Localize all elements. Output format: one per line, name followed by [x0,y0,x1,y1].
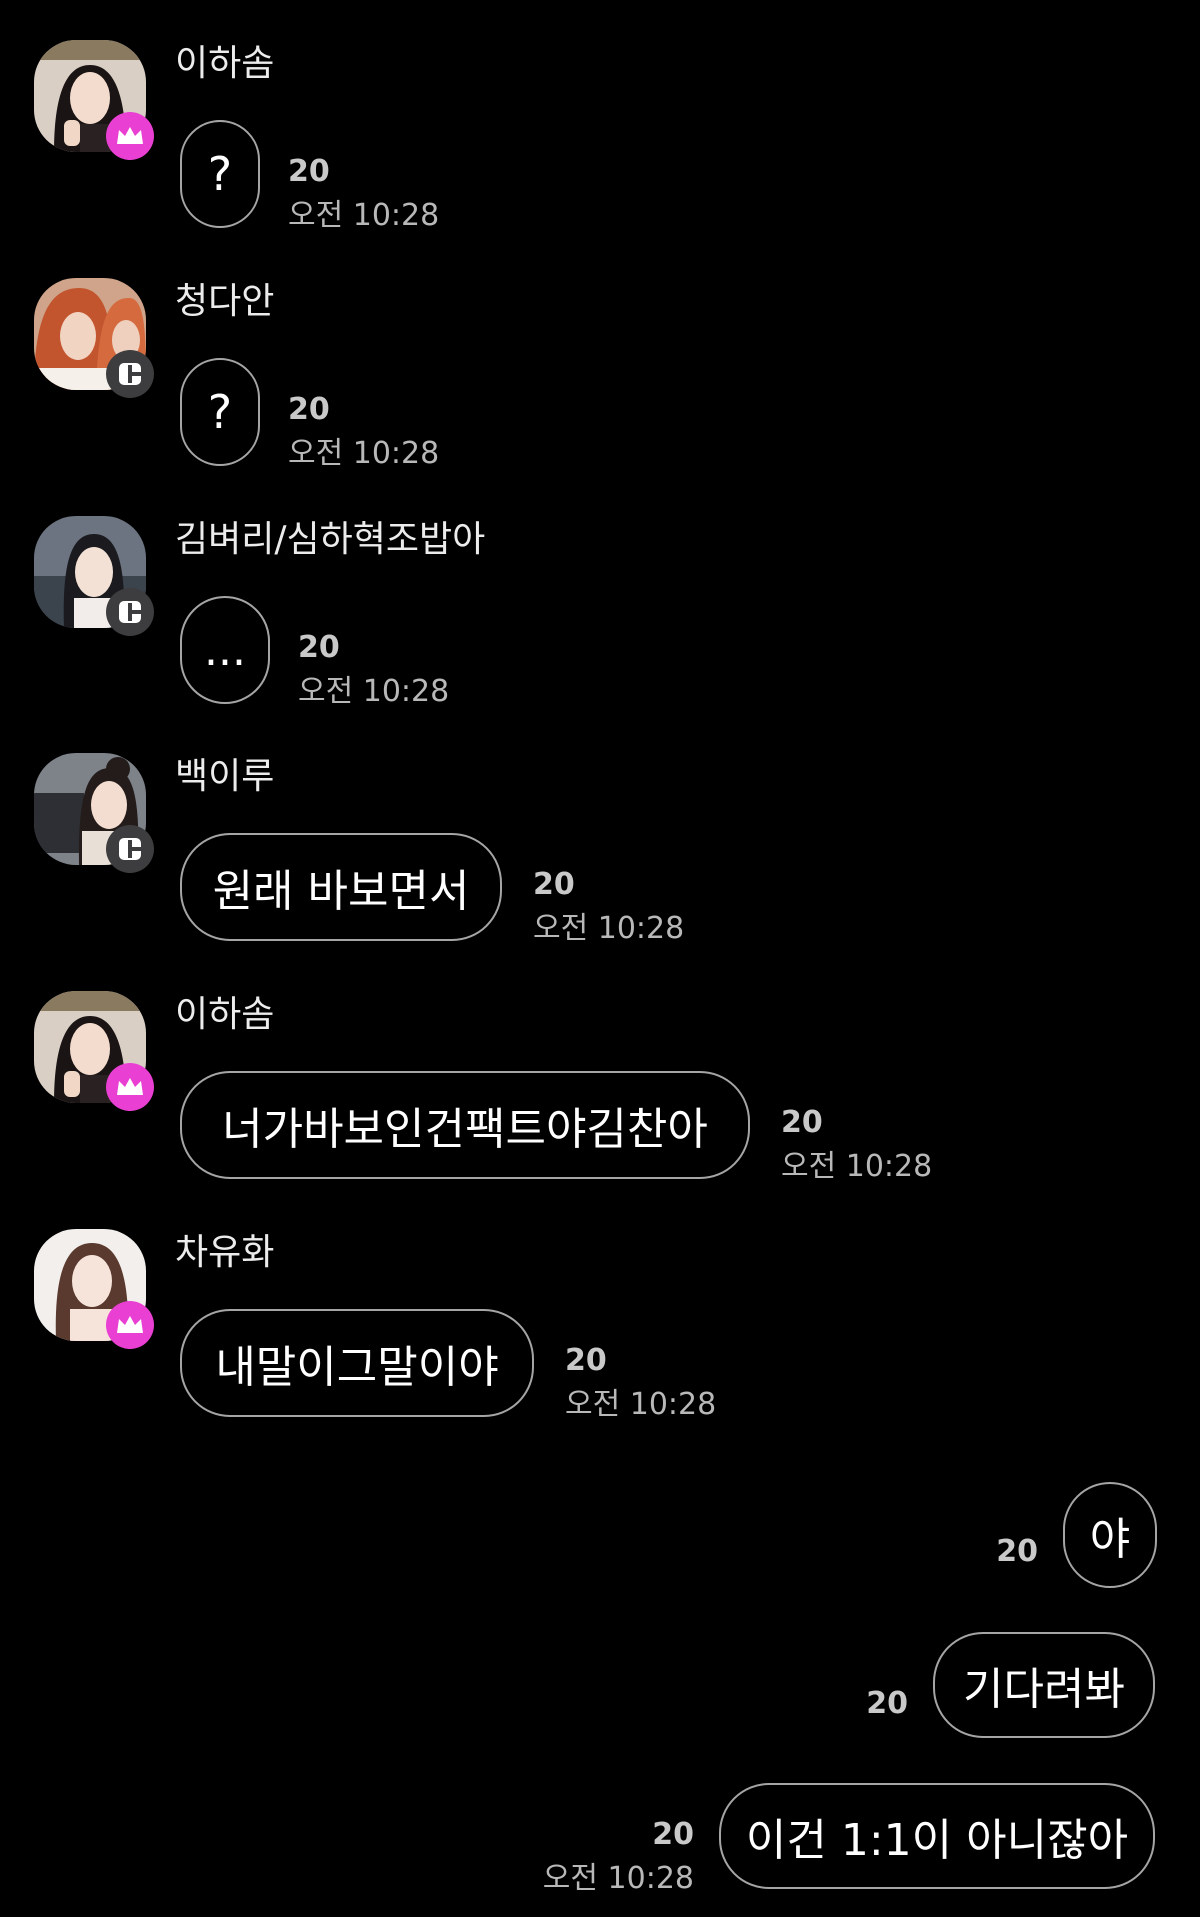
message-bubble[interactable]: ? [180,358,260,466]
unread-count: 20 [565,1343,607,1378]
my-message-bubble[interactable]: 이건 1:1이 아니잖아 [719,1783,1155,1889]
message-bubble[interactable]: 원래 바보면서 [180,833,502,941]
timestamp: 오전 10:28 [565,1387,717,1422]
crown-icon [106,1063,154,1111]
my-message-bubble[interactable]: 야 [1063,1482,1157,1588]
message-meta: 20 [770,1682,908,1726]
sender-name: 김벼리/심하혁조밥아 [175,519,486,560]
message-row: 이하솜 너가바보인건팩트야김찬아 20 오전 10:28 [0,991,1200,1191]
message-bubble[interactable]: 내말이그말이야 [180,1309,534,1417]
manager-icon [106,350,154,398]
manager-icon [106,825,154,873]
my-message-row: 야 20 [0,1480,1200,1600]
unread-count: 20 [533,867,575,902]
sender-name: 청다안 [175,281,275,322]
crown-icon [106,112,154,160]
sender-name: 백이루 [175,756,275,797]
timestamp: 오전 10:28 [298,674,450,709]
message-row: 청다안 ? 20 오전 10:28 [0,278,1200,478]
manager-icon [106,588,154,636]
sender-name: 이하솜 [175,43,275,84]
message-meta: 20 오전 10:28 [288,388,439,476]
my-message-row: 기다려봐 20 [0,1632,1200,1752]
timestamp: 오전 10:28 [781,1149,933,1184]
unread-count: 20 [288,154,330,189]
timestamp: 오전 10:28 [288,198,440,233]
message-row: 김벼리/심하혁조밥아 ... 20 오전 10:28 [0,516,1200,716]
sender-name: 이하솜 [175,994,275,1035]
message-bubble[interactable]: 너가바보인건팩트야김찬아 [180,1071,750,1179]
unread-count: 20 [652,1817,694,1852]
crown-icon [106,1301,154,1349]
message-meta: 20 오전 10:28 [565,1339,716,1427]
message-meta: 20 오전 10:28 [533,863,684,951]
my-message-bubble[interactable]: 기다려봐 [933,1632,1155,1738]
message-bubble[interactable]: ... [180,596,270,704]
unread-count: 20 [288,392,330,427]
message-row: 백이루 원래 바보면서 20 오전 10:28 [0,753,1200,953]
message-row: 이하솜 ? 20 오전 10:28 [0,40,1200,240]
message-meta: 20 오전 10:28 [781,1101,932,1189]
sender-name: 차유화 [175,1232,275,1273]
message-meta: 20 오전 10:28 [288,150,439,238]
timestamp: 오전 10:28 [533,911,685,946]
message-meta: 20 [900,1530,1038,1574]
message-meta: 20 오전 10:28 [298,626,449,714]
message-row: 차유화 내말이그말이야 20 오전 10:28 [0,1229,1200,1429]
message-bubble[interactable]: ? [180,120,260,228]
unread-count: 20 [298,630,340,665]
timestamp: 오전 10:28 [288,436,440,471]
unread-count: 20 [781,1105,823,1140]
unread-count: 20 [866,1686,908,1721]
timestamp: 오전 10:28 [542,1861,694,1896]
unread-count: 20 [996,1534,1038,1569]
message-meta: 20 오전 10:28 [478,1813,694,1901]
my-message-row: 이건 1:1이 아니잖아 20 오전 10:28 [0,1783,1200,1913]
